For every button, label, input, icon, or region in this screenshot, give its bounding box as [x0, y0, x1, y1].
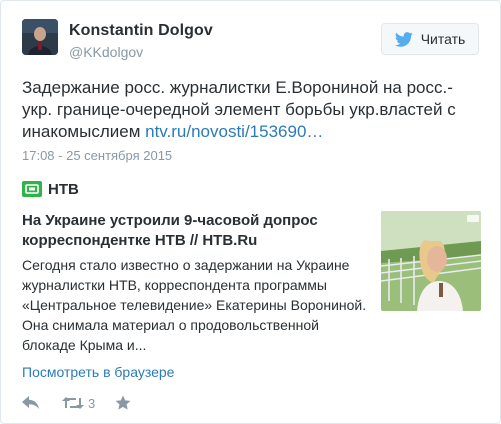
tweet-header: Konstantin Dolgov @KKdolgov Читать: [22, 19, 479, 67]
reply-button[interactable]: [22, 396, 40, 410]
tweet-link[interactable]: ntv.ru/novosti/153690…: [145, 122, 323, 141]
twitter-bird-icon: [394, 31, 413, 47]
card-thumbnail[interactable]: [381, 211, 481, 311]
reply-icon: [22, 396, 39, 409]
ntv-logo-icon: [22, 181, 42, 197]
user-name[interactable]: Konstantin Dolgov: [69, 22, 213, 40]
card-source-name: НТВ: [48, 180, 79, 198]
like-button[interactable]: [115, 395, 131, 411]
tweet-text: Задержание росс. журналистки Е.Ворониной…: [22, 77, 482, 143]
user-handle[interactable]: @KKdolgov: [69, 44, 143, 60]
tweet-timestamp[interactable]: 17:08 - 25 сентября 2015: [22, 148, 172, 163]
star-icon: [115, 395, 131, 410]
tweet-actions: 3: [22, 394, 131, 412]
card-source[interactable]: НТВ: [22, 180, 79, 198]
follow-button-label: Читать: [420, 31, 466, 47]
retweet-button[interactable]: 3: [62, 396, 95, 411]
tweet-embed: Konstantin Dolgov @KKdolgov Читать Задер…: [0, 0, 501, 424]
retweet-count: 3: [88, 395, 96, 411]
view-in-browser-link[interactable]: Посмотреть в браузере: [22, 364, 174, 380]
follow-button[interactable]: Читать: [381, 23, 479, 55]
retweet-icon: [62, 397, 84, 409]
card-description[interactable]: Сегодня стало известно о задержании на У…: [22, 255, 367, 355]
card-title[interactable]: На Украине устроили 9-часовой допрос кор…: [22, 211, 362, 251]
avatar[interactable]: [22, 19, 58, 55]
